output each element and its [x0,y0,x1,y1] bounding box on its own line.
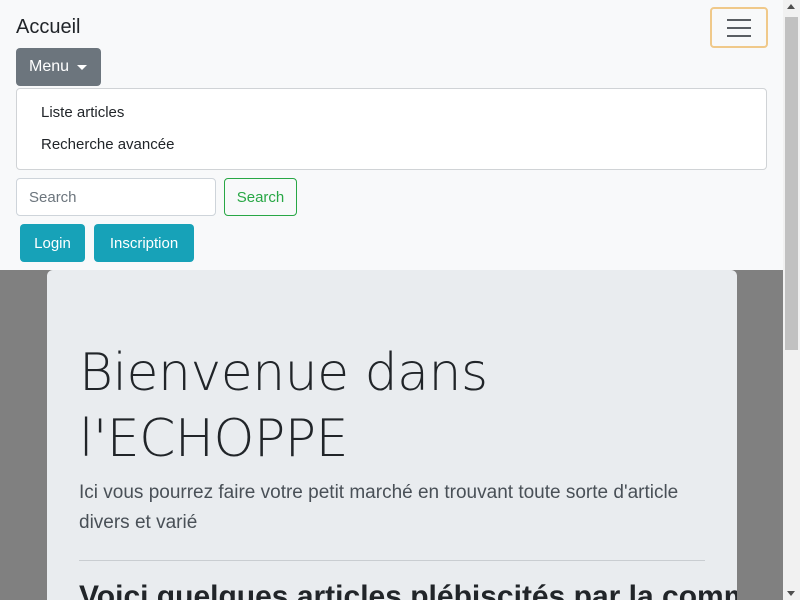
brand-link[interactable]: Accueil [16,16,80,39]
divider [79,560,705,561]
search-button[interactable]: Search [224,178,297,216]
scroll-down-arrow-icon[interactable] [787,591,795,596]
signup-button[interactable]: Inscription [94,224,194,262]
hamburger-icon-line-3 [727,34,751,37]
dropdown-menu: Liste articles Recherche avancée [16,88,767,170]
caret-down-icon [77,64,88,70]
jumbotron: Bienvenue dans l'ECHOPPE Ici vous pourre… [47,270,737,600]
hamburger-icon-line-2 [727,26,751,29]
dropdown-item-recherche-avancee[interactable]: Recherche avancée [17,129,766,161]
scrollbar-thumb[interactable] [785,17,798,350]
dropdown-item-liste-articles[interactable]: Liste articles [17,97,766,129]
login-button[interactable]: Login [20,224,85,262]
scroll-up-arrow-icon[interactable] [787,4,795,9]
menu-dropdown-label: Menu [29,58,70,75]
search-input[interactable] [16,178,216,216]
page-title: Bienvenue dans l'ECHOPPE [79,343,488,469]
section-heading: Voici quelques articles plébiscités par … [79,580,737,600]
menu-dropdown-button[interactable]: Menu [16,48,101,86]
vertical-scrollbar[interactable] [783,0,800,600]
navbar: Accueil Menu Liste articles Recherche av… [0,0,783,270]
hamburger-icon [727,18,751,21]
navbar-toggler-button[interactable] [710,7,768,48]
lead-text: Ici vous pourrez faire votre petit march… [79,482,679,533]
